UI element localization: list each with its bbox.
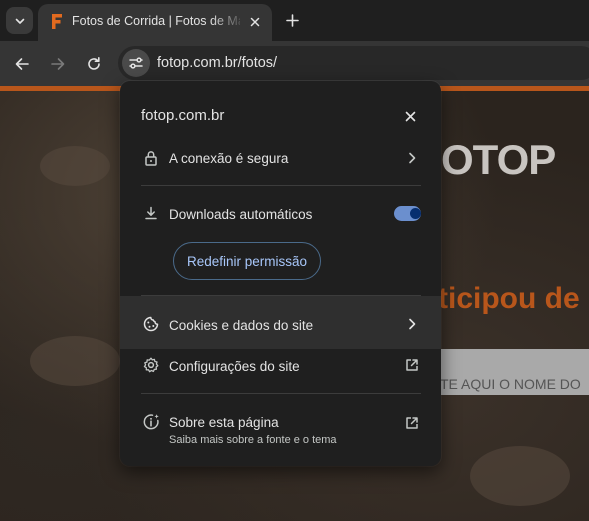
arrow-left-icon [15,58,29,70]
popup-site-host: fotop.com.br [141,107,225,124]
tab-title-fade [210,10,246,34]
chevron-right-icon [403,149,421,167]
tab-search-button[interactable] [6,7,33,34]
site-info-popup: fotop.com.br A conexão é segura Download… [120,81,441,466]
open-external-icon [403,414,421,432]
page-texture [470,446,570,506]
page-heading: ticipou de [438,282,580,315]
address-bar[interactable]: fotop.com.br/fotos/ [118,46,589,80]
connection-row[interactable]: A conexão é segura [120,141,441,175]
cookie-icon [142,315,160,333]
chevron-down-icon [15,18,24,24]
browser-toolbar: fotop.com.br/fotos/ [0,41,589,86]
downloads-toggle-knob [410,208,421,219]
forward-button[interactable] [46,52,70,76]
divider [141,393,421,394]
about-page-row[interactable]: Sobre esta página Saiba mais sobre a fon… [120,407,441,451]
tab-strip: Fotos de Corrida | Fotos de Ma [0,0,589,41]
arrow-right-icon [51,58,65,70]
reload-icon [88,57,100,70]
page-info-icon [142,413,160,431]
active-tab[interactable]: Fotos de Corrida | Fotos de Ma [38,4,272,41]
close-icon [405,111,415,121]
download-icon [142,204,160,222]
new-tab-button[interactable] [281,9,303,31]
cookies-row[interactable]: Cookies e dados do site [120,309,441,339]
page-search-placeholder: TE AQUI O NOME DO [440,376,581,392]
downloads-row: Downloads automáticos [120,198,441,228]
url-text: fotop.com.br/fotos/ [157,55,278,71]
tab-close-button[interactable] [246,13,264,31]
reset-permission-button[interactable]: Redefinir permissão [173,242,321,280]
tune-icon [129,57,143,69]
lock-icon [142,149,160,167]
cookies-label: Cookies e dados do site [169,318,314,333]
page-texture [30,336,120,386]
fotop-favicon-icon [52,14,62,29]
about-page-sublabel: Saiba mais sobre a fonte e o tema [169,434,337,446]
close-icon [250,17,260,27]
plus-icon [285,13,299,27]
site-settings-label: Configurações do site [169,359,300,374]
divider [141,185,421,186]
site-info-button[interactable] [122,49,150,77]
open-external-icon [403,356,421,374]
downloads-label: Downloads automáticos [169,207,313,222]
chevron-right-icon [403,315,421,333]
reload-button[interactable] [82,52,106,76]
about-page-label: Sobre esta página [169,415,279,430]
site-settings-row[interactable]: Configurações do site [120,351,441,381]
page-texture [40,146,110,186]
page-logo: OTOP [441,136,556,183]
back-button[interactable] [10,52,34,76]
gear-icon [142,356,160,374]
popup-close-button[interactable] [400,106,420,126]
connection-label: A conexão é segura [169,151,289,166]
